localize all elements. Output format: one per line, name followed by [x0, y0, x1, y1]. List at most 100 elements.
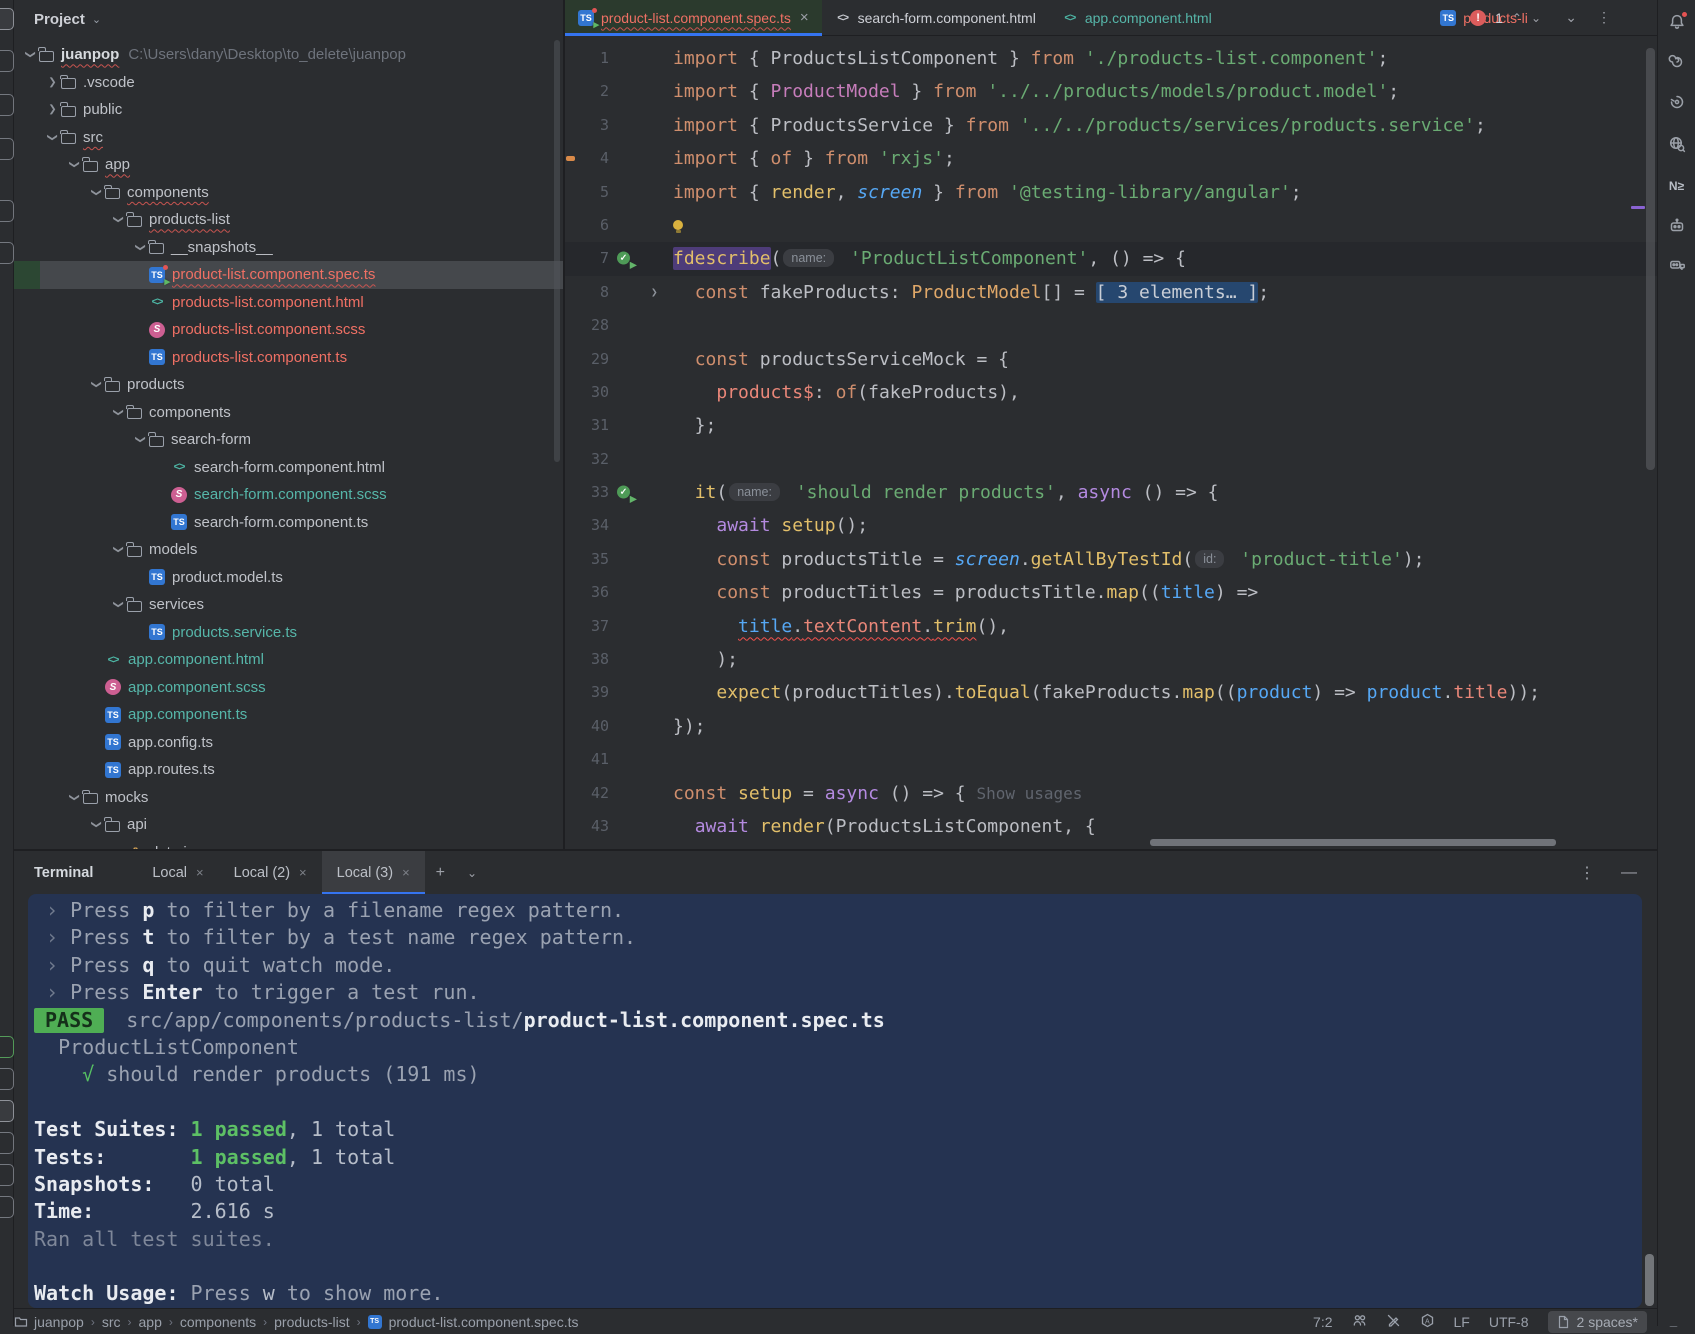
tree-expand-icon[interactable]: ❯	[44, 77, 61, 88]
editor-line[interactable]: 1import { ProductsListComponent } from '…	[565, 42, 1657, 75]
terminal-options-kebab-icon[interactable]: ⋮	[1579, 863, 1595, 883]
terminal-minimize-icon[interactable]: —	[1621, 864, 1637, 882]
editor-line[interactable]: 6	[565, 209, 1657, 242]
problems-tool-icon[interactable]	[0, 1132, 14, 1154]
commit-tool-icon[interactable]	[0, 50, 14, 72]
code-area[interactable]: 1import { ProductsListComponent } from '…	[565, 36, 1657, 849]
terminal-output[interactable]: › Press p to filter by a filename regex …	[28, 894, 1642, 1308]
tree-row[interactable]: {}data.json	[14, 839, 563, 850]
version-control-tool-icon[interactable]	[0, 1164, 14, 1186]
breadcrumb-item[interactable]: app	[139, 1314, 162, 1330]
breadcrumb[interactable]: juanpop›src›app›components›products-list…	[34, 1314, 578, 1330]
breadcrumb-item[interactable]: components	[180, 1314, 256, 1330]
tree-row[interactable]: ❯models	[14, 536, 563, 564]
tree-row[interactable]: ❯api	[14, 811, 563, 839]
fold-collapsed-icon[interactable]: ❯	[651, 276, 658, 309]
tree-expand-icon[interactable]: ❯	[132, 242, 149, 253]
editor-vertical-scrollbar[interactable]	[1646, 48, 1655, 470]
tree-expand-icon[interactable]: ❯	[22, 49, 39, 60]
breadcrumb-file[interactable]: product-list.component.spec.ts	[389, 1314, 579, 1330]
tree-row[interactable]: ❯app	[14, 151, 563, 179]
endpoints-globe-search-icon[interactable]	[1667, 134, 1687, 154]
tree-expand-icon[interactable]: ❯	[110, 544, 127, 555]
inspection-widget[interactable]: ! 1 ⌃ ⌄	[1470, 10, 1541, 26]
terminal-tab[interactable]: Local (2)×	[219, 851, 322, 894]
terminal-type-chevron-icon[interactable]: ⌄	[456, 851, 488, 894]
editor-line[interactable]: 37 title.textContent.trim(),	[565, 610, 1657, 643]
tree-expand-icon[interactable]: ❯	[88, 187, 105, 198]
close-icon[interactable]: ×	[299, 865, 307, 880]
tree-expand-icon[interactable]: ❯	[132, 434, 149, 445]
services-tool-icon[interactable]	[0, 1036, 14, 1058]
editor-line[interactable]: 30 products$: of(fakeProducts),	[565, 376, 1657, 409]
terminal-tool-icon[interactable]	[0, 1100, 14, 1122]
tree-row[interactable]: TSsearch-form.component.ts	[14, 509, 563, 537]
tree-expand-icon[interactable]: ❯	[110, 407, 127, 418]
tree-row[interactable]: ❯search-form	[14, 426, 563, 454]
editor-line[interactable]: 2import { ProductModel } from '../../pro…	[565, 75, 1657, 108]
tree-expand-icon[interactable]: ❯	[44, 104, 61, 115]
editor-line[interactable]: 38 );	[565, 643, 1657, 676]
more-tools-icon[interactable]	[0, 242, 14, 264]
editor-line[interactable]: 41	[565, 743, 1657, 776]
terminal-tab[interactable]: Local (3)×	[322, 851, 425, 894]
breadcrumb-item[interactable]: products-list	[274, 1314, 349, 1330]
new-terminal-button[interactable]: +	[425, 851, 456, 894]
tree-row[interactable]: ❯components	[14, 179, 563, 207]
editor-line[interactable]: 33✓▶ it(name: 'should render products', …	[565, 476, 1657, 509]
tree-row[interactable]: ❯products	[14, 371, 563, 399]
test-passed-run-icon[interactable]: ✓▶	[617, 485, 632, 500]
tree-row[interactable]: ❯juanpopC:\Users\dany\Desktop\to_delete\…	[14, 41, 563, 69]
close-icon[interactable]: ×	[196, 865, 204, 880]
editor-line[interactable]: 7✓▶fdescribe(name: 'ProductListComponent…	[565, 242, 1657, 275]
tree-expand-icon[interactable]: ❯	[110, 214, 127, 225]
bookmarks-tool-icon[interactable]	[0, 200, 14, 222]
terminal-tab[interactable]: Local×	[137, 851, 218, 894]
editor-horizontal-scrollbar[interactable]	[1150, 839, 1556, 846]
breadcrumb-item[interactable]: src	[102, 1314, 121, 1330]
project-scrollbar[interactable]	[554, 40, 560, 462]
tree-row[interactable]: TSproducts.service.ts	[14, 619, 563, 647]
editor-line[interactable]: 39 expect(productTitles).toEqual(fakePro…	[565, 676, 1657, 709]
tab-options-kebab-icon[interactable]: ⋮	[1587, 0, 1621, 35]
tab-list-chevron-icon[interactable]: ⌄	[1555, 0, 1587, 35]
editor-line[interactable]: 4import { of } from 'rxjs';	[565, 142, 1657, 175]
editor-line[interactable]: 42const setup = async () => { Show usage…	[565, 777, 1657, 810]
editor-line[interactable]: 40});	[565, 710, 1657, 743]
terminal-scrollbar[interactable]	[1645, 1254, 1654, 1306]
tree-row[interactable]: TSproduct.model.ts	[14, 564, 563, 592]
tree-expand-icon[interactable]: ❯	[44, 132, 61, 143]
pull-requests-tool-icon[interactable]	[0, 94, 14, 116]
test-passed-run-icon[interactable]: ✓▶	[617, 252, 632, 267]
line-separator-indicator[interactable]: LF	[1454, 1314, 1470, 1330]
tree-row[interactable]: Ssearch-form.component.scss	[14, 481, 563, 509]
tree-expand-icon[interactable]: ❯	[66, 159, 83, 170]
tree-row[interactable]: <>app.component.html	[14, 646, 563, 674]
copilot-robot-icon[interactable]	[1667, 216, 1687, 236]
editor-line[interactable]: 34 await setup();	[565, 509, 1657, 542]
editor-tab[interactable]: <>search-form.component.html	[822, 0, 1049, 35]
nx-console-icon[interactable]: N≥	[1667, 176, 1687, 196]
editor-line[interactable]: 35 const productsTitle = screen.getAllBy…	[565, 543, 1657, 576]
next-error-button[interactable]: ⌄	[1531, 11, 1541, 25]
editor-line[interactable]: 36 const productTitles = productsTitle.m…	[565, 576, 1657, 609]
tree-row[interactable]: <>products-list.component.html	[14, 289, 563, 317]
project-panel-header[interactable]: Project ⌄	[14, 0, 563, 38]
editor-line[interactable]: 8❯ const fakeProducts: ProductModel[] = …	[565, 276, 1657, 309]
notifications-bell-icon[interactable]	[1667, 12, 1687, 32]
editor-line[interactable]: 29 const productsServiceMock = {	[565, 343, 1657, 376]
editor-tab[interactable]: TSproduct-list.component.spec.ts×	[565, 0, 822, 35]
encoding-indicator[interactable]: UTF-8	[1489, 1314, 1529, 1330]
code-analysis-icon[interactable]: A	[1420, 1313, 1435, 1331]
tree-row[interactable]: ❯.vscode	[14, 69, 563, 97]
tree-row[interactable]: Sproducts-list.component.scss	[14, 316, 563, 344]
tree-row[interactable]: ❯__snapshots__	[14, 234, 563, 262]
tree-expand-icon[interactable]: ❯	[66, 792, 83, 803]
tree-expand-icon[interactable]: ❯	[110, 599, 127, 610]
tree-row[interactable]: TSproduct-list.component.spec.ts	[14, 261, 563, 289]
structure-tool-icon[interactable]	[0, 138, 14, 160]
tree-row[interactable]: ❯services	[14, 591, 563, 619]
prev-error-button[interactable]: ⌃	[1512, 11, 1522, 25]
ai-assistant-icon[interactable]	[1667, 52, 1687, 72]
settings-gear-icon[interactable]	[0, 1196, 14, 1218]
